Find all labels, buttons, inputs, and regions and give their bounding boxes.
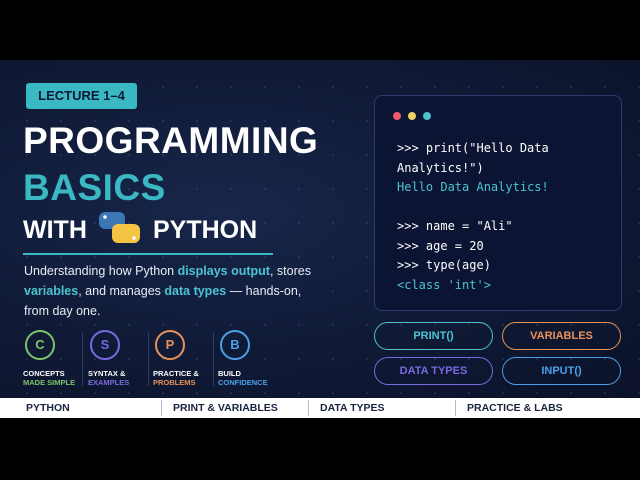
highlight-data-types: data types <box>164 284 227 298</box>
feature-syntax: S SYNTAX & EXAMPLES <box>88 330 150 387</box>
title-underline <box>23 253 273 255</box>
code-line: >>> name = "Ali" <box>397 219 513 233</box>
feature-letter-icon: B <box>220 330 250 360</box>
feature-letter-icon: P <box>155 330 185 360</box>
code-output-line: <class 'int'> <box>397 277 491 292</box>
title-with: WITH <box>23 216 87 244</box>
feature-divider <box>213 332 214 386</box>
print-pill: PRINT() <box>374 322 493 350</box>
title-line-1: PROGRAMMING <box>23 120 319 161</box>
footer-divider <box>161 400 162 416</box>
highlight-variables: variables <box>24 284 79 298</box>
feature-build: B BUILD CONFIDENCE <box>218 330 280 387</box>
data-types-pill: DATA TYPES <box>374 357 493 385</box>
footer-divider <box>455 400 456 416</box>
description-text: , and manages <box>78 284 165 298</box>
code-output-line: Hello Data Analytics! <box>397 180 549 194</box>
python-logo-icon <box>99 212 140 243</box>
code-line: >>> age = 20 <box>397 238 484 253</box>
window-dot-red <box>393 112 401 120</box>
code-terminal: >>> print("Hello Data Analytics!") Hello D… <box>374 95 622 311</box>
feature-subtitle: MADE SIMPLE <box>23 378 76 387</box>
description-text: , stores <box>269 264 311 278</box>
feature-concepts: C CONCEPTS MADE SIMPLE <box>23 330 85 387</box>
code-line: >>> type(age) <box>397 258 491 272</box>
feature-divider <box>148 332 149 386</box>
code-block: >>> print("Hello Data Analytics!") Hello D… <box>397 139 549 295</box>
feature-title: BUILD <box>218 369 241 378</box>
lecture-badge: LECTURE 1–4 <box>26 83 137 109</box>
code-line: Analytics!") <box>397 160 484 175</box>
feature-subtitle: CONFIDENCE <box>218 378 268 387</box>
topic-footer-bar: PYTHON PRINT & VARIABLES DATA TYPES PRAC… <box>0 398 640 418</box>
window-dot-yellow <box>408 112 416 120</box>
feature-title: SYNTAX & <box>88 369 126 378</box>
title-line-2: BASICS <box>23 167 166 208</box>
highlight-display-output: displays output <box>177 264 270 278</box>
code-line: >>> print("Hello Data <box>397 141 549 155</box>
description-text: Understanding how Python <box>24 264 178 278</box>
feature-subtitle: EXAMPLES <box>88 378 130 387</box>
variables-pill: VARIABLES <box>502 322 621 350</box>
input-pill: INPUT() <box>502 357 621 385</box>
feature-title: PRACTICE & <box>153 369 199 378</box>
title-python: PYTHON <box>153 216 258 244</box>
footer-item-practice-labs: PRACTICE & LABS <box>467 402 563 414</box>
feature-title: CONCEPTS <box>23 369 65 378</box>
feature-subtitle: PROBLEMS <box>153 378 196 387</box>
window-dot-teal <box>423 112 431 120</box>
footer-divider <box>308 400 309 416</box>
footer-item-python: PYTHON <box>26 402 70 414</box>
feature-practice: P PRACTICE & PROBLEMS <box>153 330 215 387</box>
feature-divider <box>82 332 83 386</box>
footer-item-data-types: DATA TYPES <box>320 402 385 414</box>
footer-item-print-variables: PRINT & VARIABLES <box>173 402 278 414</box>
feature-letter-icon: C <box>25 330 55 360</box>
feature-letter-icon: S <box>90 330 120 360</box>
thumbnail-canvas: LECTURE 1–4 PROGRAMMING BASICS WITH PYTH… <box>0 60 640 398</box>
description: Understanding how Python displays output… <box>24 261 324 321</box>
